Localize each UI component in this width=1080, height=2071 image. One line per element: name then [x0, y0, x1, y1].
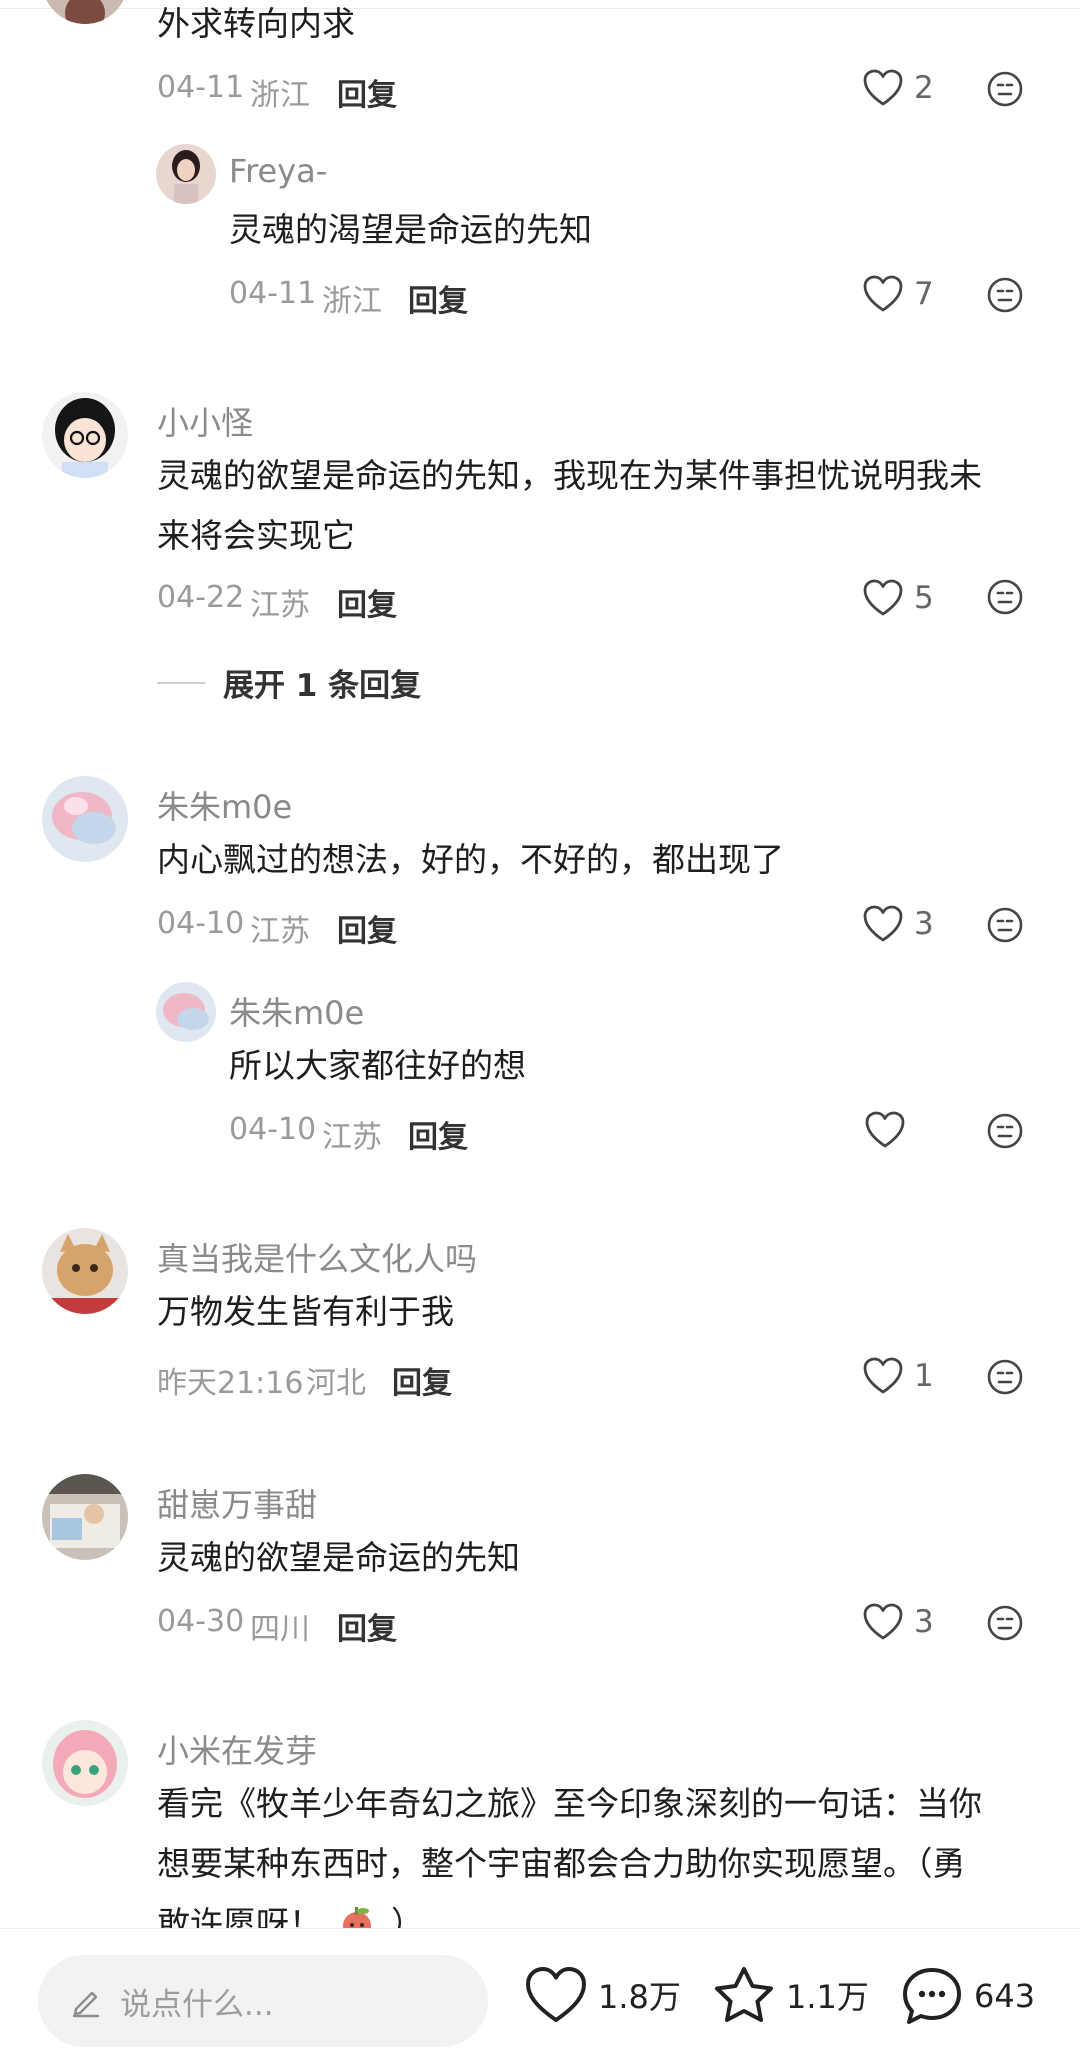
- commenter-name[interactable]: 甜崽万事甜: [157, 1480, 317, 1526]
- reply-button[interactable]: 回复: [337, 580, 397, 624]
- comment-text-line: 看完《牧羊少年奇幻之旅》至今印象深刻的一句话：当你: [157, 1784, 982, 1823]
- avatar[interactable]: [42, 1228, 128, 1314]
- comment-date: 04-11: [157, 70, 245, 105]
- post-comment-count: 643: [974, 1977, 1036, 2015]
- comment-location: 浙江: [250, 78, 310, 113]
- commenter-name[interactable]: Freya-: [229, 152, 327, 190]
- avatar[interactable]: [42, 1474, 128, 1560]
- like-button[interactable]: 3: [862, 904, 934, 944]
- star-icon: [715, 1967, 773, 2022]
- neutral-face-icon[interactable]: [986, 1112, 1024, 1150]
- like-button[interactable]: 1: [862, 1356, 934, 1396]
- commenter-name[interactable]: 朱朱m0e: [229, 988, 364, 1034]
- like-count: 5: [914, 580, 934, 616]
- reply-button[interactable]: 回复: [408, 1112, 468, 1156]
- comment-date: 昨天21:16: [157, 1366, 304, 1401]
- neutral-face-icon[interactable]: [986, 1358, 1024, 1396]
- neutral-face-icon[interactable]: [986, 578, 1024, 616]
- neutral-face-icon[interactable]: [986, 1604, 1024, 1642]
- comment-post-button[interactable]: 643: [900, 1965, 1035, 2027]
- like-button[interactable]: 7: [862, 274, 934, 314]
- post-favorite-count: 1.1万: [786, 1978, 869, 2016]
- comment-text: 灵魂的渴望是命运的先知: [229, 210, 592, 249]
- comment-location: 江苏: [322, 1120, 382, 1155]
- commenter-name[interactable]: 真当我是什么文化人吗: [157, 1234, 477, 1280]
- avatar[interactable]: [42, 392, 128, 478]
- comment-text-line: 灵魂的欲望是命运的先知，我现在为某件事担忧说明我未: [157, 456, 982, 495]
- commenter-name[interactable]: 小米在发芽: [157, 1726, 317, 1772]
- commenter-name[interactable]: 小小怪: [157, 398, 253, 444]
- heart-icon: [526, 1967, 586, 2022]
- neutral-face-icon[interactable]: [986, 906, 1024, 944]
- comment-location: 四川: [250, 1612, 310, 1647]
- chat-bubble-icon: [903, 1968, 961, 2024]
- pencil-icon: [72, 1991, 100, 2018]
- comment-input-placeholder: 说点什么...: [120, 1986, 274, 2023]
- avatar[interactable]: [156, 144, 216, 204]
- heart-outline-icon: [863, 275, 903, 312]
- commenter-name[interactable]: 朱朱m0e: [157, 782, 292, 828]
- comment-date: 04-11: [229, 276, 317, 311]
- expand-replies-button[interactable]: 展开 1 条回复: [157, 660, 421, 705]
- neutral-face-icon[interactable]: [986, 276, 1024, 314]
- comment-date: 04-30: [157, 1604, 245, 1639]
- avatar[interactable]: [156, 982, 216, 1042]
- comment-text-line: 想要某种东西时，整个宇宙都会合力助你实现愿望。（勇: [157, 1844, 966, 1883]
- comment-text: 外求转向内求: [157, 4, 355, 43]
- comment-text: 灵魂的欲望是命运的先知: [157, 1538, 520, 1577]
- divider: [157, 681, 205, 684]
- comment-date: 04-22: [157, 580, 245, 615]
- comment-date: 04-10: [157, 906, 245, 941]
- comment-text: 内心飘过的想法，好的，不好的，都出现了: [157, 840, 784, 879]
- like-count: 1: [914, 1358, 934, 1394]
- heart-outline-icon: [863, 1357, 903, 1394]
- like-count: 2: [914, 70, 934, 106]
- like-button[interactable]: 2: [862, 68, 934, 108]
- reply-button[interactable]: 回复: [337, 906, 397, 950]
- reply-button[interactable]: 回复: [408, 276, 468, 320]
- comment-text-line: 来将会实现它: [157, 516, 355, 555]
- like-post-button[interactable]: 1.8万: [524, 1965, 681, 2025]
- like-count: 3: [914, 906, 934, 942]
- comment-location: 江苏: [250, 588, 310, 623]
- avatar[interactable]: [42, 0, 128, 24]
- reply-button[interactable]: 回复: [392, 1358, 452, 1402]
- like-count: 3: [914, 1604, 934, 1640]
- comment-location: 河北: [306, 1366, 366, 1401]
- heart-outline-icon: [863, 69, 903, 106]
- like-button[interactable]: 5: [862, 578, 934, 618]
- avatar[interactable]: [42, 776, 128, 862]
- comment-input[interactable]: 说点什么...: [38, 1955, 488, 2047]
- heart-outline-icon: [865, 1111, 905, 1148]
- bottom-action-bar: 说点什么... 1.8万 1.1万 643: [0, 1928, 1080, 2071]
- neutral-face-icon[interactable]: [986, 70, 1024, 108]
- reply-button[interactable]: 回复: [337, 70, 397, 114]
- comment-text: 万物发生皆有利于我: [157, 1292, 454, 1331]
- comment-location: 江苏: [250, 914, 310, 949]
- heart-outline-icon: [863, 1603, 903, 1640]
- like-button[interactable]: [864, 1110, 916, 1150]
- comment-text: 所以大家都往好的想: [229, 1046, 526, 1085]
- expand-replies-label: 展开 1 条回复: [223, 668, 422, 704]
- post-like-count: 1.8万: [598, 1978, 681, 2016]
- comment-date: 04-10: [229, 1112, 317, 1147]
- like-button[interactable]: 3: [862, 1602, 934, 1642]
- favorite-post-button[interactable]: 1.1万: [712, 1965, 869, 2025]
- reply-button[interactable]: 回复: [337, 1604, 397, 1648]
- heart-outline-icon: [863, 579, 903, 616]
- avatar[interactable]: [42, 1720, 128, 1806]
- heart-outline-icon: [863, 905, 903, 942]
- comment-location: 浙江: [322, 284, 382, 319]
- like-count: 7: [914, 276, 934, 312]
